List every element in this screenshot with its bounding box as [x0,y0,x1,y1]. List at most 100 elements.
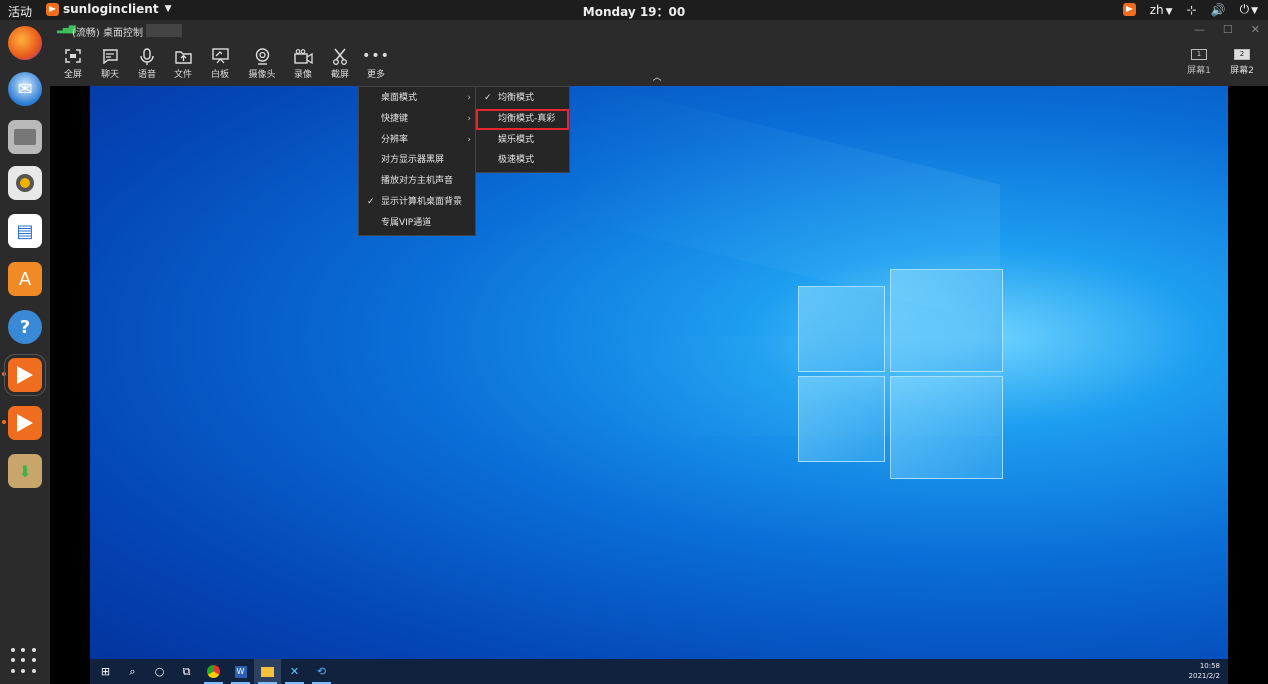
dock: ✉ ▤ A ? ⬇ [0,20,50,684]
more-menu: 桌面模式 › 快捷键 › 分辨率 › 对方显示器黑屏 播放对方主机声音 ✓ 显示计算机桌面背景 专属… [358,86,476,236]
more-menu-item[interactable]: 分辨率 › [359,130,475,151]
taskbar-clock[interactable]: 10:58 2021/2/2 [1189,661,1220,681]
sunlogin-remote-icon[interactable] [8,406,42,440]
firefox-icon[interactable] [8,26,42,60]
fullscreen-icon [53,47,93,65]
video-record-icon [283,47,323,65]
checkmark-icon: ✓ [484,93,492,103]
running-indicator [2,420,6,424]
checkmark-icon: ✓ [367,196,375,207]
windows-logo-pane [798,286,885,372]
more-menu-item[interactable]: ✓ 显示计算机桌面背景 [359,192,475,213]
running-indicator [2,372,6,376]
network-icon[interactable]: ⊹ [1187,3,1197,17]
whiteboard-icon [200,47,240,65]
desktop-mode-item-label: 极速模式 [498,155,535,166]
xcode-tool-icon[interactable]: ✕ [281,659,308,684]
rhythmbox-icon[interactable] [8,166,42,200]
sunlogin-tray-icon[interactable] [1122,3,1136,16]
clock[interactable]: Monday 19：00 [583,5,685,19]
more-menu-item-label: 显示计算机桌面背景 [381,196,463,207]
thunderbird-icon[interactable]: ✉ [8,72,42,106]
files-icon[interactable] [8,120,42,154]
windows-logo-pane [890,269,1003,372]
windows-logo-pane [798,376,885,462]
search-icon[interactable]: ⌕ [119,659,146,684]
software-center-icon[interactable]: A [8,262,42,296]
chat-button[interactable]: 聊天 [90,47,130,80]
chevron-right-icon: › [467,134,471,145]
task-view-icon[interactable]: ⧉ [173,659,200,684]
desktop-mode-item[interactable]: 极速模式 [476,150,569,171]
more-menu-item-label: 专属VIP通道 [381,217,432,228]
file-upload-icon [163,47,203,65]
cortana-icon[interactable]: ○ [146,659,173,684]
writer-icon[interactable]: ▤ [8,214,42,248]
chevron-up-icon: ︿ [652,73,662,83]
voice-button[interactable]: 语音 [127,47,167,80]
desktop-mode-item[interactable]: 均衡模式-真彩 [476,108,569,130]
chrome-icon[interactable] [200,659,227,684]
chevron-right-icon: › [467,93,471,103]
close-button[interactable]: ✕ [1251,23,1260,36]
help-icon[interactable]: ? [8,310,42,344]
windows-logo-pane [890,376,1003,479]
more-menu-item[interactable]: 桌面模式 › [359,88,475,109]
more-menu-item[interactable]: 播放对方主机声音 [359,171,475,192]
more-menu-item-label: 快捷键 [381,113,409,124]
word-icon[interactable]: W [227,659,254,684]
desktop-mode-item-label: 均衡模式 [498,93,535,103]
desktop-mode-item[interactable]: 娱乐模式 [476,130,569,151]
maximize-button[interactable]: ☐ [1223,23,1233,36]
app-menu[interactable]: sunloginclient ▼ [46,2,172,16]
more-menu-item[interactable]: 专属VIP通道 [359,213,475,234]
collapse-toolbar-button[interactable]: ︿ [642,73,672,85]
show-apps-icon[interactable] [11,648,37,674]
window-title-bar: ▂▄▆ (流畅) 桌面控制 — ☐ ✕ [50,20,1268,41]
volume-icon[interactable]: 🔊 [1211,3,1226,17]
app-name: sunloginclient [63,2,159,16]
monitor-icon: 2 [1234,49,1250,60]
more-menu-item-label: 播放对方主机声音 [381,176,454,187]
archive-installer-icon[interactable]: ⬇ [8,454,42,488]
windows-start-icon[interactable]: ⊞ [92,659,119,684]
more-menu-item-label: 分辨率 [381,134,409,145]
more-icon: ••• [362,48,390,64]
power-icon[interactable]: ⏻ ▼ [1240,2,1258,17]
desktop-mode-item[interactable]: ✓ 均衡模式 [476,88,569,109]
microphone-icon [127,47,167,65]
desktop-mode-item-label: 娱乐模式 [498,134,535,145]
file-button[interactable]: 文件 [163,47,203,80]
screenshot-button[interactable]: 截屏 [320,47,360,80]
remote-control-window: ▂▄▆ (流畅) 桌面控制 — ☐ ✕ 全屏 聊天 语音 文件 白板 摄像头 录… [50,20,1268,684]
desktop-mode-submenu: ✓ 均衡模式均衡模式-真彩 娱乐模式极速模式 [475,86,570,174]
chevron-right-icon: › [467,113,471,124]
more-button[interactable]: ••• 更多 [356,47,396,80]
camera-button[interactable]: 摄像头 [242,47,282,80]
screen-2-button[interactable]: 2 屏幕2 [1225,49,1259,76]
search-app-icon[interactable]: ⟲ [308,659,335,684]
sunlogin-logo-icon [46,2,59,16]
activities-button[interactable]: 活动 [8,3,32,20]
language-indicator[interactable]: zh ▼ [1150,3,1173,17]
more-menu-item[interactable]: 快捷键 › [359,109,475,130]
fullscreen-button[interactable]: 全屏 [53,47,93,80]
remote-desktop-view[interactable]: ⊞ ⌕ ○ ⧉ W ✕ ⟲ 10:58 2021/2/2 [90,86,1228,684]
system-top-bar: 活动 sunloginclient ▼ Monday 19：00 zh ▼ ⊹ 🔊… [0,0,1268,20]
whiteboard-button[interactable]: 白板 [200,47,240,80]
desktop-mode-item-label: 均衡模式-真彩 [498,113,556,124]
more-menu-item-label: 桌面模式 [381,93,418,103]
scissors-icon [320,47,360,65]
monitor-icon: 1 [1191,49,1207,60]
windows-taskbar: ⊞ ⌕ ○ ⧉ W ✕ ⟲ 10:58 2021/2/2 [90,659,1228,684]
chat-icon [90,47,130,65]
file-explorer-icon[interactable] [254,659,281,684]
camera-icon [242,47,282,65]
window-title: (流畅) 桌面控制 [72,28,143,39]
more-menu-item[interactable]: 对方显示器黑屏 [359,150,475,171]
sunlogin-dock-icon[interactable] [4,354,46,396]
screen-1-button[interactable]: 1 屏幕1 [1182,49,1216,76]
record-button[interactable]: 录像 [283,47,323,80]
minimize-button[interactable]: — [1194,23,1205,36]
more-menu-item-label: 对方显示器黑屏 [381,155,445,166]
